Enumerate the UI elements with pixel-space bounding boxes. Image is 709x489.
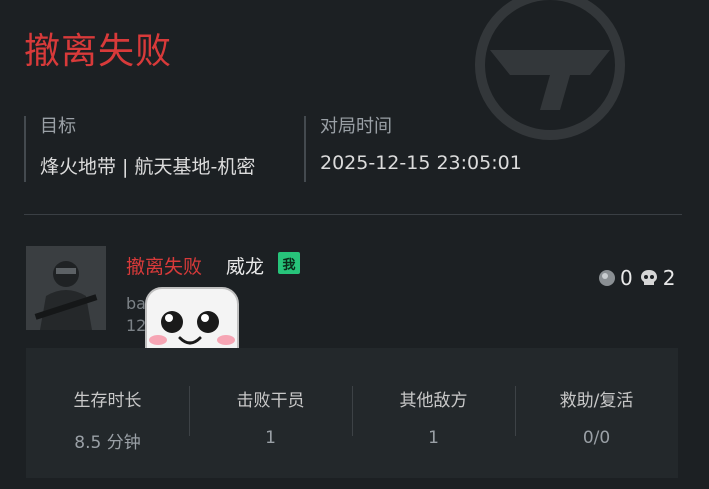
me-badge: 我 [278, 252, 300, 274]
section-divider [24, 214, 682, 215]
player-result-tag: 撤离失败 [126, 256, 203, 278]
info-divider-bar [24, 116, 26, 182]
stat-value: 1 [428, 428, 439, 448]
match-time-label: 对局时间 [320, 116, 392, 137]
stat-operators-defeated: 击败干员 1 [189, 348, 352, 478]
page-title: 撤离失败 [24, 31, 173, 72]
target-value: 烽火地带 | 航天基地-机密 [40, 156, 256, 178]
kill-count: 2 [662, 266, 676, 290]
stat-other-enemies: 其他敌方 1 [352, 348, 515, 478]
player-avatar[interactable] [26, 246, 106, 330]
target-label: 目标 [40, 116, 76, 137]
skull-icon [640, 270, 657, 285]
stat-assist-revive: 救助/复活 0/0 [515, 348, 678, 478]
player-name: 威龙 [226, 256, 265, 278]
background-emblem-icon [475, 0, 625, 140]
player-counters: 0 2 [598, 266, 675, 290]
stat-label: 救助/复活 [559, 391, 634, 411]
kill-counter: 2 [639, 266, 676, 290]
coin-count: 0 [620, 266, 633, 290]
match-time-value: 2025-12-15 23:05:01 [320, 152, 522, 174]
soldier-portrait-icon [26, 246, 106, 330]
stat-survival-time: 生存时长 8.5 分钟 [26, 348, 189, 478]
stat-value: 1 [265, 428, 276, 448]
stats-panel: 生存时长 8.5 分钟 击败干员 1 其他敌方 1 救助/复活 0/0 [26, 348, 678, 478]
coin-icon [599, 270, 615, 286]
stat-label: 其他敌方 [399, 391, 468, 411]
coin-counter: 0 [598, 266, 633, 290]
stat-value: 0/0 [582, 428, 611, 448]
info-divider-bar [304, 116, 306, 182]
stat-label: 生存时长 [73, 391, 142, 411]
stat-value: 8.5 分钟 [74, 433, 141, 453]
stat-label: 击败干员 [236, 391, 305, 411]
